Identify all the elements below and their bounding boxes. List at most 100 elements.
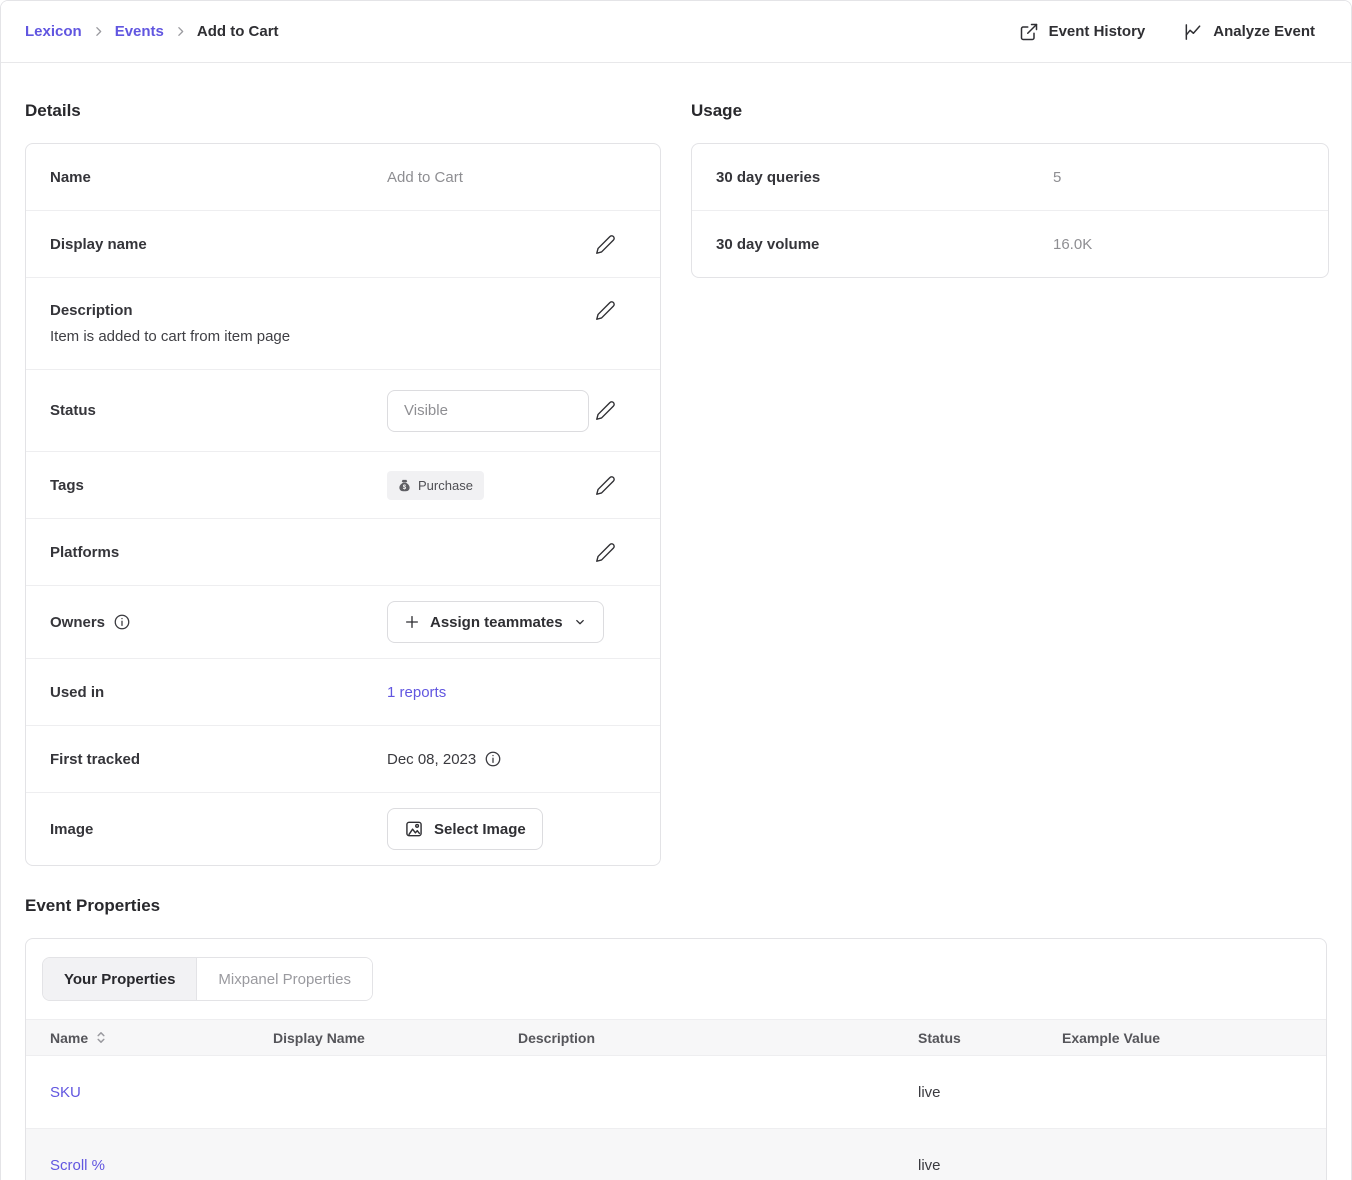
event-properties-card: Your Properties Mixpanel Properties Name bbox=[25, 938, 1327, 1180]
table-header-row: Name Display Name Description Status Exa… bbox=[26, 1020, 1326, 1056]
assign-teammates-label: Assign teammates bbox=[430, 614, 563, 631]
properties-tabgroup: Your Properties Mixpanel Properties bbox=[42, 957, 373, 1001]
details-section: Details Name Add to Cart Display name bbox=[25, 101, 661, 866]
column-header-description: Description bbox=[518, 1020, 918, 1056]
select-image-button[interactable]: Select Image bbox=[387, 808, 543, 850]
detail-row-used-in: Used in 1 reports bbox=[26, 658, 660, 725]
description-text: Item is added to cart from item page bbox=[50, 328, 616, 345]
info-icon[interactable] bbox=[484, 750, 502, 768]
plus-icon bbox=[404, 614, 420, 630]
property-display-name-cell bbox=[273, 1056, 518, 1129]
table-row[interactable]: SKU live bbox=[26, 1056, 1326, 1129]
detail-row-owners: Owners Assign teammates bbox=[26, 585, 660, 658]
detail-row-first-tracked: First tracked Dec 08, 2023 bbox=[26, 725, 660, 792]
detail-row-description: Description Item is added to cart from i… bbox=[26, 277, 660, 369]
analyze-event-button[interactable]: Analyze Event bbox=[1183, 22, 1315, 42]
name-value: Add to Cart bbox=[387, 169, 616, 186]
property-link[interactable]: SKU bbox=[50, 1084, 81, 1101]
tab-your-properties[interactable]: Your Properties bbox=[43, 958, 196, 1000]
property-status-cell: live bbox=[918, 1129, 1062, 1180]
volume-label: 30 day volume bbox=[716, 236, 1053, 253]
pencil-icon bbox=[595, 300, 616, 321]
image-label: Image bbox=[50, 821, 387, 838]
breadcrumb-events[interactable]: Events bbox=[115, 23, 164, 40]
pencil-icon bbox=[595, 400, 616, 421]
tag-chip-purchase[interactable]: $ Purchase bbox=[387, 471, 484, 500]
display-name-label: Display name bbox=[50, 236, 387, 253]
detail-row-platforms: Platforms bbox=[26, 518, 660, 585]
image-icon bbox=[404, 819, 424, 839]
property-example-cell bbox=[1062, 1129, 1326, 1180]
detail-row-image: Image Select Image bbox=[26, 792, 660, 865]
info-icon[interactable] bbox=[113, 613, 131, 631]
detail-row-tags: Tags $ Purchase bbox=[26, 451, 660, 518]
usage-row-queries: 30 day queries 5 bbox=[692, 144, 1328, 210]
assign-teammates-button[interactable]: Assign teammates bbox=[387, 601, 604, 643]
pencil-icon bbox=[595, 475, 616, 496]
event-properties-heading: Event Properties bbox=[25, 896, 1327, 916]
external-link-icon bbox=[1019, 22, 1039, 42]
property-link[interactable]: Scroll % bbox=[50, 1157, 105, 1174]
usage-card: 30 day queries 5 30 day volume 16.0K bbox=[691, 143, 1329, 278]
details-card: Name Add to Cart Display name bbox=[25, 143, 661, 866]
line-chart-icon bbox=[1183, 22, 1203, 42]
money-bag-icon: $ bbox=[398, 479, 411, 492]
chevron-down-icon bbox=[573, 615, 587, 629]
tags-label: Tags bbox=[50, 477, 387, 494]
breadcrumb-lexicon[interactable]: Lexicon bbox=[25, 23, 82, 40]
column-header-display-name: Display Name bbox=[273, 1020, 518, 1056]
status-label: Status bbox=[50, 402, 387, 419]
first-tracked-value: Dec 08, 2023 bbox=[387, 751, 476, 768]
table-row[interactable]: Scroll % live bbox=[26, 1129, 1326, 1180]
usage-row-volume: 30 day volume 16.0K bbox=[692, 210, 1328, 277]
status-input[interactable]: Visible bbox=[387, 390, 589, 432]
used-in-reports-link[interactable]: 1 reports bbox=[387, 684, 446, 701]
description-label: Description bbox=[50, 302, 133, 319]
property-description-cell bbox=[518, 1129, 918, 1180]
usage-section: Usage 30 day queries 5 30 day volume 16.… bbox=[691, 101, 1329, 278]
event-history-button[interactable]: Event History bbox=[1019, 22, 1146, 42]
sort-arrows-icon bbox=[96, 1030, 106, 1045]
property-display-name-cell bbox=[273, 1129, 518, 1180]
owners-label: Owners bbox=[50, 613, 387, 631]
tab-mixpanel-properties[interactable]: Mixpanel Properties bbox=[196, 958, 372, 1000]
pencil-icon bbox=[595, 542, 616, 563]
property-name-cell: SKU bbox=[26, 1056, 273, 1129]
detail-row-display-name: Display name bbox=[26, 210, 660, 277]
edit-tags-button[interactable] bbox=[595, 475, 616, 496]
detail-row-status: Status Visible bbox=[26, 369, 660, 451]
platforms-label: Platforms bbox=[50, 544, 387, 561]
edit-display-name-button[interactable] bbox=[595, 234, 616, 255]
queries-label: 30 day queries bbox=[716, 169, 1053, 186]
analyze-event-label: Analyze Event bbox=[1213, 23, 1315, 40]
property-name-cell: Scroll % bbox=[26, 1129, 273, 1180]
queries-value: 5 bbox=[1053, 169, 1284, 186]
first-tracked-label: First tracked bbox=[50, 751, 387, 768]
chevron-right-icon bbox=[174, 25, 187, 38]
edit-description-button[interactable] bbox=[595, 300, 616, 321]
event-history-label: Event History bbox=[1049, 23, 1146, 40]
topbar: Lexicon Events Add to Cart Event History bbox=[1, 1, 1351, 63]
column-header-status: Status bbox=[918, 1020, 1062, 1056]
topbar-actions: Event History Analyze Event bbox=[1019, 22, 1315, 42]
usage-heading: Usage bbox=[691, 101, 1329, 121]
property-status-cell: live bbox=[918, 1056, 1062, 1129]
detail-row-name: Name Add to Cart bbox=[26, 144, 660, 210]
breadcrumb-current: Add to Cart bbox=[197, 23, 279, 40]
tag-label: Purchase bbox=[418, 478, 473, 493]
breadcrumb: Lexicon Events Add to Cart bbox=[25, 23, 279, 40]
edit-status-button[interactable] bbox=[595, 400, 616, 421]
name-label: Name bbox=[50, 169, 387, 186]
status-value: Visible bbox=[404, 402, 448, 419]
owners-label-text: Owners bbox=[50, 614, 105, 631]
properties-tabbar: Your Properties Mixpanel Properties bbox=[26, 939, 1326, 1019]
select-image-label: Select Image bbox=[434, 821, 526, 838]
column-header-example-value: Example Value bbox=[1062, 1020, 1326, 1056]
property-example-cell bbox=[1062, 1056, 1326, 1129]
lexicon-event-detail-page: Lexicon Events Add to Cart Event History bbox=[0, 0, 1352, 1180]
edit-platforms-button[interactable] bbox=[595, 542, 616, 563]
column-header-name[interactable]: Name bbox=[26, 1020, 273, 1056]
details-heading: Details bbox=[25, 101, 661, 121]
event-properties-section: Event Properties Your Properties Mixpane… bbox=[25, 896, 1327, 1180]
chevron-right-icon bbox=[92, 25, 105, 38]
